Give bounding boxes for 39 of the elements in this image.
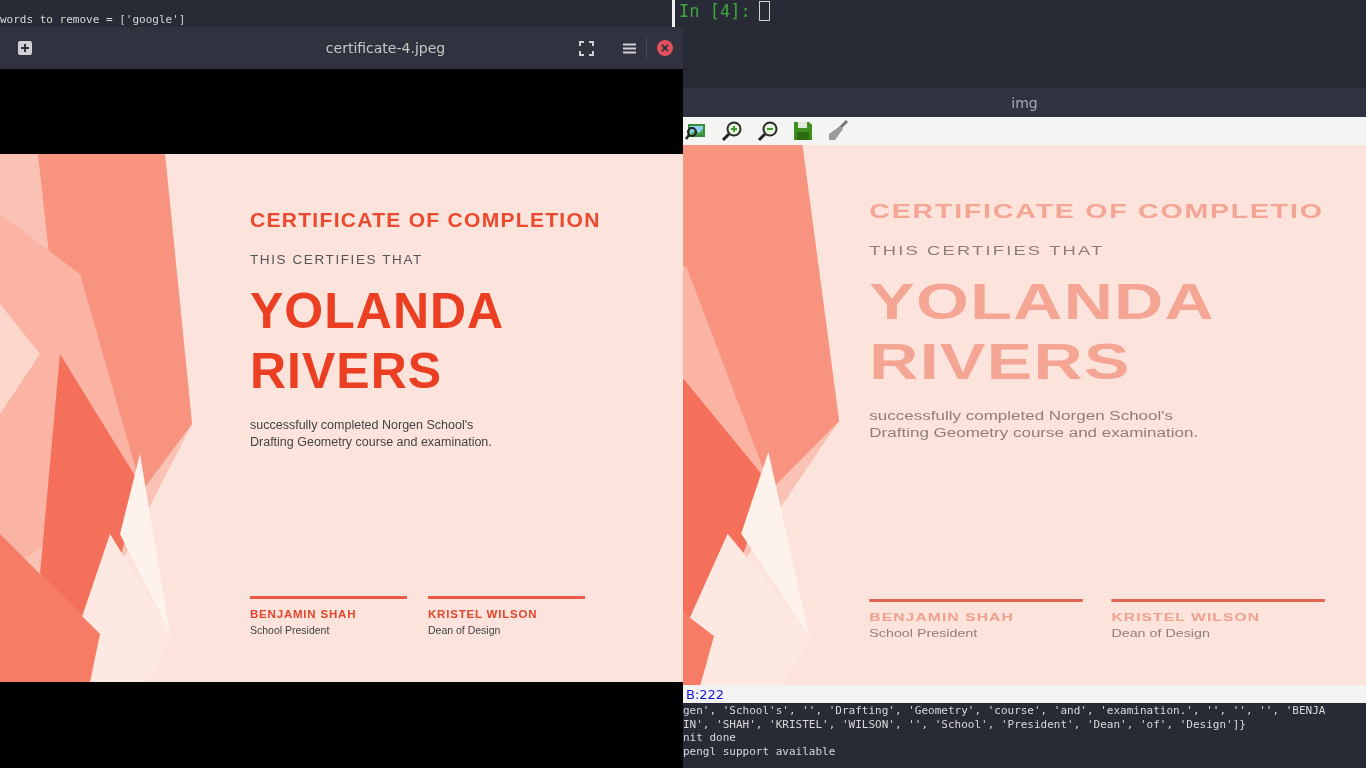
add-icon[interactable] bbox=[18, 41, 32, 55]
signatory-name: BENJAMIN SHAH bbox=[869, 611, 1014, 623]
fullscreen-icon[interactable] bbox=[579, 40, 594, 56]
recipient-name: YOLANDA bbox=[250, 282, 505, 341]
window-title: certificate-4.jpeg bbox=[324, 40, 447, 56]
zoom-in-icon[interactable] bbox=[721, 120, 743, 142]
certificate-text: successfully completed Norgen School's bbox=[250, 417, 474, 434]
save-icon[interactable] bbox=[793, 121, 813, 141]
recipient-name: YOLANDA bbox=[869, 273, 1216, 332]
certificate-heading: CERTIFICATE OF COMPLETIO bbox=[869, 199, 1324, 223]
signatory-role: School President bbox=[869, 627, 978, 639]
window-title: img bbox=[1011, 94, 1038, 111]
recipient-name: RIVERS bbox=[250, 342, 443, 401]
certificate-heading: CERTIFICATE OF COMPLETION bbox=[250, 208, 601, 232]
certificate-text: Drafting Geometry course and examination. bbox=[869, 425, 1199, 442]
certificate-subheading: THIS CERTIFIES THAT bbox=[250, 252, 423, 267]
fit-image-icon[interactable] bbox=[685, 121, 707, 141]
menu-icon[interactable] bbox=[623, 42, 636, 54]
signatory-role: Dean of Design bbox=[428, 624, 501, 636]
signatory-role: School President bbox=[250, 624, 330, 636]
terminal-line: words to remove = ['google'] bbox=[0, 13, 186, 26]
signatory-role: Dean of Design bbox=[1111, 627, 1210, 639]
signatory-name: KRISTEL WILSON bbox=[1111, 611, 1261, 623]
pixel-value: B:222 bbox=[686, 686, 725, 702]
signatory-name: KRISTEL WILSON bbox=[428, 608, 538, 620]
recipient-name: RIVERS bbox=[869, 333, 1131, 392]
terminal-line: nit done bbox=[683, 731, 737, 745]
signatory-name: BENJAMIN SHAH bbox=[250, 608, 357, 620]
input-prompt: In [4]: bbox=[679, 1, 751, 21]
terminal-line: IN', 'SHAH', 'KRISTEL', 'WILSON', '', 'School', 'President', 'Dean', 'of', 'Design']} bbox=[683, 717, 1247, 731]
close-icon[interactable] bbox=[657, 40, 673, 56]
text-cursor bbox=[758, 1, 770, 21]
terminal-line: gen', 'School's', '', 'Drafting', 'Geometry', 'course', 'and', 'examination.', '', '', '', 'BENJA bbox=[683, 704, 1326, 718]
terminal-line: pengl support available bbox=[683, 744, 837, 758]
certificate-text: successfully completed Norgen School's bbox=[869, 408, 1174, 425]
certificate-subheading: THIS CERTIFIES THAT bbox=[869, 243, 1105, 258]
brush-icon[interactable] bbox=[827, 120, 849, 142]
zoom-out-icon[interactable] bbox=[757, 120, 779, 142]
certificate-text: Drafting Geometry course and examination. bbox=[250, 434, 492, 451]
